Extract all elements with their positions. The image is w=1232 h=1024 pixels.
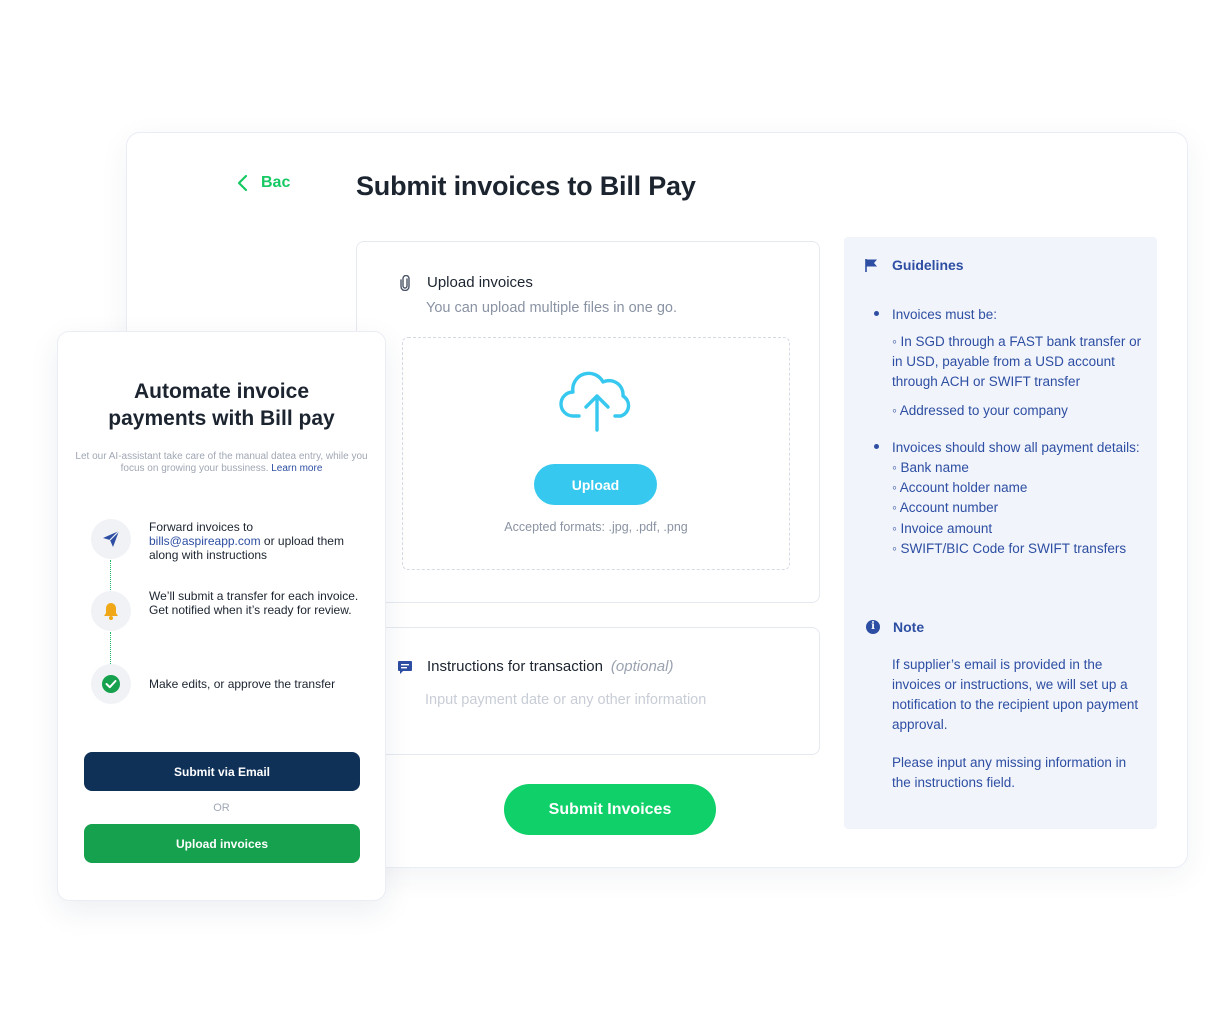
or-divider: OR [213,802,230,814]
guideline-subitem: ◦ Addressed to your company [892,403,1068,418]
instructions-header: Instructions for transaction (optional) [397,658,673,676]
learn-more-link[interactable]: Learn more [271,463,322,474]
step-send [91,519,131,559]
guidelines-header: Guidelines [864,257,964,273]
note-body: If supplier’s email is provided in the i… [892,655,1142,793]
guideline-subitem: ◦ SWIFT/BIC Code for SWIFT transfers [892,541,1127,556]
message-icon [398,661,412,674]
promo-card: Automate invoice payments with Bill pay … [57,331,386,901]
upload-button[interactable]: Upload [534,464,657,505]
step3-text: Make edits, or approve the transfer [149,677,336,691]
step-text: Forward invoices to bills@aspireapp.com … [149,520,364,562]
page-title: Submit invoices to Bill Pay [356,171,696,201]
promo-title: Automate invoice payments with Bill pay [108,380,335,430]
upload-invoices-button[interactable]: Upload invoices [84,824,360,863]
guideline-subitem: ◦ Bank name [892,460,969,475]
step-check [91,664,131,704]
instructions-input[interactable] [425,688,785,712]
upload-header: Upload invoices [399,274,533,291]
paperclip-icon [400,274,410,291]
instructions-card: Instructions for transaction (optional) [356,627,820,755]
email-link[interactable]: bills@aspireapp.com [149,534,261,548]
instructions-title: Instructions for transaction [427,658,603,675]
optional-label: (optional) [610,658,674,675]
upload-card: Upload invoices You can upload multiple … [356,241,820,603]
guideline-subitem: ◦ Invoice amount [892,521,993,536]
guideline-subitem: ◦ In SGD through a FAST bank transfer or… [892,334,1142,389]
submit-invoices-button[interactable]: Submit Invoices [504,784,716,835]
promo-description: Let our AI-assistant take care of the ma… [72,451,371,475]
chevron-left-icon [237,174,248,192]
guidelines-title: Guidelines [892,257,964,273]
guideline-subitem: ◦ Account number [892,500,999,515]
check-circle-icon [102,675,120,693]
back-link[interactable]: Bac [235,173,290,193]
send-icon [103,530,120,547]
upload-dropzone[interactable]: Upload Accepted formats: .jpg, .pdf, .pn… [402,337,790,570]
guideline-item: Invoices should show all payment details… [869,438,1149,458]
submit-via-email-button[interactable]: Submit via Email [84,752,360,791]
note-title: Note [893,619,925,635]
note-paragraph: Please input any missing information in … [892,755,1127,790]
guidelines-panel: Guidelines Invoices must be: ◦ In SGD th… [844,237,1157,829]
cloud-upload-icon [559,371,631,432]
guideline-subitem: ◦ Account holder name [892,480,1028,495]
note-header: i Note [866,619,924,635]
step2-text: We’ll submit a transfer for each invoice… [149,589,359,617]
step1-text: Forward invoices to [149,520,254,534]
note-paragraph: If supplier’s email is provided in the i… [892,657,1139,732]
flag-icon [865,258,877,272]
step-connector [110,560,111,594]
step-bell [91,591,131,631]
step-connector [110,632,111,666]
back-label: Bac [261,174,291,191]
guideline-item: Invoices must be: [869,305,1149,325]
upload-subtitle: You can upload multiple files in one go. [426,300,677,316]
upload-title: Upload invoices [427,274,533,291]
promo-description-text: Let our AI-assistant take care of the ma… [75,451,368,474]
bell-icon [104,603,118,620]
accepted-formats: Accepted formats: .jpg, .pdf, .png [504,520,688,534]
info-icon: i [866,620,880,634]
guidelines-body: Invoices must be: ◦ In SGD through a FAS… [869,305,1149,559]
